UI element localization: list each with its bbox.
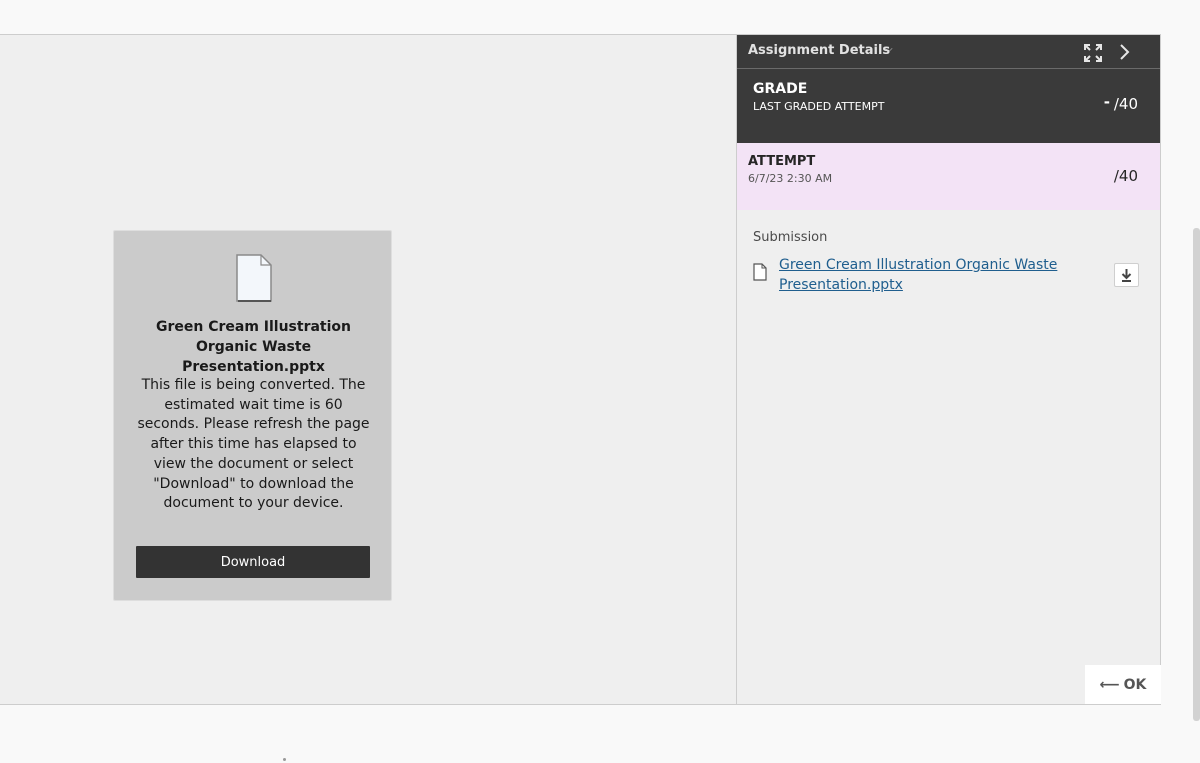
page-scrollbar[interactable] <box>1193 228 1200 721</box>
attempt-label: ATTEMPT <box>748 154 816 169</box>
ok-button[interactable]: ⟵ OK <box>1085 665 1161 704</box>
attempt-max: /40 <box>1113 167 1138 185</box>
file-icon <box>753 263 767 281</box>
arrow-left-icon: ⟵ <box>1099 676 1120 693</box>
grading-frame: Green Cream Illustration Organic Waste P… <box>0 34 1161 705</box>
grade-sublabel: LAST GRADED ATTEMPT <box>753 100 885 113</box>
attempt-row[interactable]: ATTEMPT 6/7/23 2:30 AM /40 <box>737 143 1160 210</box>
panel-title[interactable]: Assignment Details <box>748 43 890 58</box>
download-button[interactable]: Download <box>136 546 370 578</box>
chevron-right-icon[interactable] <box>1118 42 1132 62</box>
document-viewer: Green Cream Illustration Organic Waste P… <box>0 35 736 704</box>
document-icon <box>236 254 272 302</box>
submission-label: Submission <box>753 230 828 245</box>
grade-value: - <box>1103 93 1110 111</box>
grade-label: GRADE <box>753 81 808 97</box>
file-title: Green Cream Illustration Organic Waste P… <box>155 319 352 375</box>
grade-max: /40 <box>1113 95 1138 113</box>
download-icon <box>1121 269 1132 282</box>
submission-file-link[interactable]: Green Cream Illustration Organic Waste P… <box>779 255 1079 295</box>
chevron-down-icon[interactable]: ⌵ <box>885 44 893 55</box>
conversion-message: This file is being converted. The estima… <box>137 377 370 512</box>
attempt-date: 6/7/23 2:30 AM <box>748 172 833 185</box>
expand-icon[interactable] <box>1083 43 1103 63</box>
conversion-card: Green Cream Illustration Organic Waste P… <box>113 230 392 601</box>
download-file-button[interactable] <box>1114 263 1139 287</box>
assignment-details-panel: Assignment Details ⌵ GRADE LAST GRADED A… <box>736 35 1161 704</box>
ok-label: OK <box>1123 676 1147 693</box>
decorative-dot <box>283 758 286 761</box>
grade-summary: GRADE LAST GRADED ATTEMPT - /40 <box>737 69 1160 143</box>
panel-header: Assignment Details ⌵ <box>737 35 1160 69</box>
